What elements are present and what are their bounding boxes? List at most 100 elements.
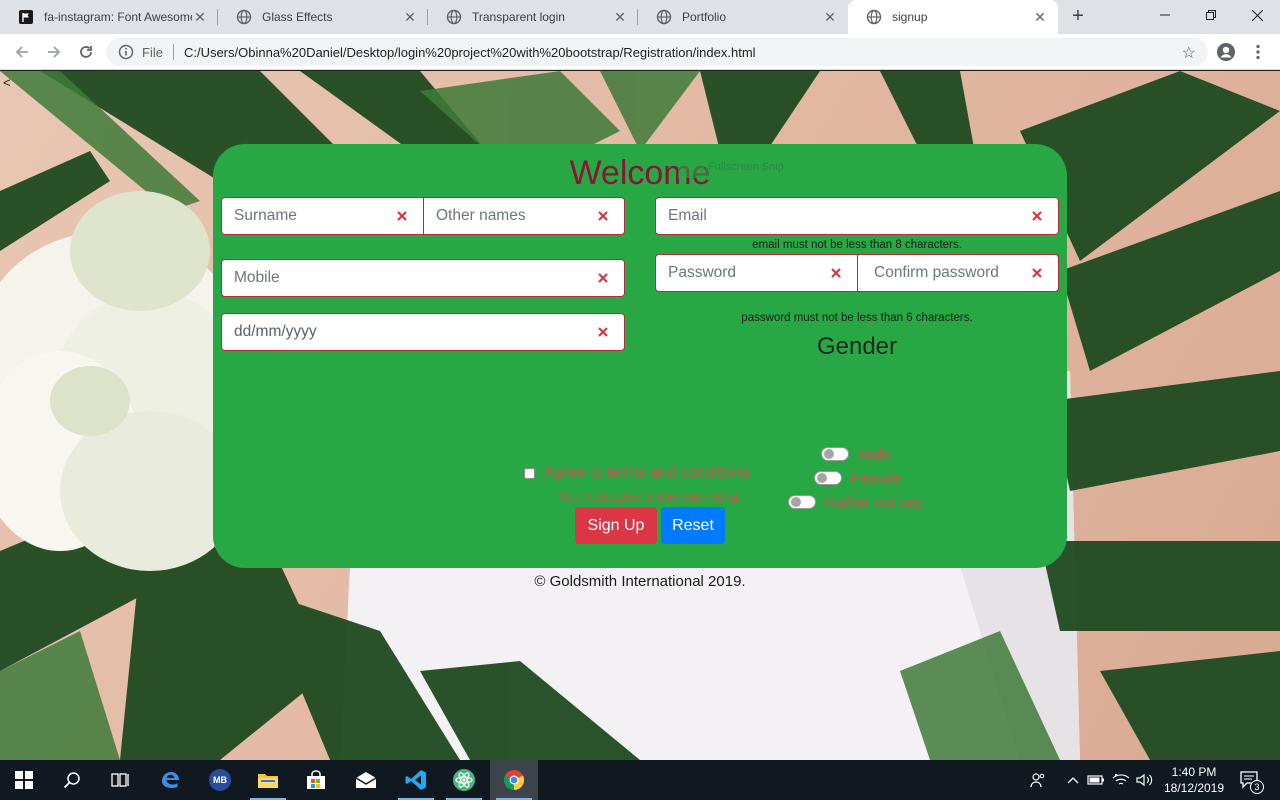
gender-heading: Gender (816, 333, 898, 360)
volume-button[interactable] (1134, 760, 1156, 800)
address-divider (172, 44, 174, 60)
taskbar-malwarebytes[interactable]: MB (196, 760, 244, 800)
close-window-button[interactable] (1234, 0, 1280, 30)
tab-title: fa-instagram: Font Awesome (44, 10, 192, 24)
browser-menu-button[interactable] (1246, 40, 1270, 64)
tab-glass-effects[interactable]: Glass Effects ✕ (218, 0, 428, 34)
network-button[interactable] (1110, 760, 1132, 800)
notification-count: 3 (1250, 780, 1264, 794)
taskbar-chrome[interactable] (490, 760, 538, 800)
more-vertical-icon (1256, 44, 1260, 60)
other-names-placeholder: Other names (436, 207, 526, 224)
mobile-field[interactable]: Mobile (221, 259, 625, 297)
invalid-x-icon (827, 264, 845, 282)
tab-transparent-login[interactable]: Transparent login ✕ (428, 0, 638, 34)
invalid-x-icon (393, 207, 411, 225)
invalid-x-icon (1028, 264, 1046, 282)
clock-date: 18/12/2019 (1163, 781, 1225, 795)
globe-icon (236, 9, 252, 25)
tab-title: Transparent login (472, 10, 565, 24)
close-tab-icon[interactable]: ✕ (1032, 9, 1048, 25)
clock-time: 1:40 PM (1171, 765, 1217, 779)
new-tab-button[interactable]: + (1066, 5, 1090, 29)
surname-field[interactable]: Surname (221, 197, 424, 235)
sign-up-button[interactable]: Sign Up (575, 507, 657, 544)
terms-label[interactable]: Agree to terms and conditions (544, 464, 750, 482)
search-button[interactable] (48, 760, 96, 800)
vscode-icon (405, 770, 426, 790)
reload-button[interactable] (74, 40, 98, 64)
close-icon (1251, 9, 1263, 21)
close-tab-icon[interactable]: ✕ (612, 9, 628, 25)
reset-button[interactable]: Reset (661, 507, 725, 544)
store-bag-icon (307, 770, 325, 789)
confirm-password-placeholder: Confirm password (874, 264, 999, 281)
edge-icon (162, 772, 179, 788)
speaker-icon (1136, 773, 1153, 787)
other-names-field[interactable]: Other names (423, 197, 625, 235)
battery-button[interactable] (1086, 760, 1106, 800)
terms-checkbox[interactable] (524, 467, 535, 479)
confirm-password-field[interactable]: Confirm password (857, 254, 1059, 292)
toggle-switch[interactable] (821, 447, 849, 461)
minimize-button[interactable] (1142, 0, 1188, 30)
start-button[interactable] (0, 760, 48, 800)
task-view-icon (111, 773, 129, 787)
corner-text: < (3, 75, 11, 90)
invalid-x-icon (594, 323, 612, 341)
taskbar-clock[interactable]: 1:40 PM 18/12/2019 (1158, 764, 1230, 796)
taskbar-edge[interactable] (146, 760, 194, 800)
people-icon (1030, 773, 1045, 788)
font-awesome-flag-icon (18, 9, 34, 25)
taskbar-mail[interactable] (342, 760, 390, 800)
action-center-button[interactable]: 3 (1234, 760, 1266, 800)
gender-option-female[interactable]: Female (814, 469, 901, 487)
close-tab-icon[interactable]: ✕ (822, 9, 838, 25)
taskbar-store[interactable] (292, 760, 340, 800)
email-placeholder: Email (668, 207, 707, 224)
close-tab-icon[interactable]: ✕ (402, 9, 418, 25)
terms-checkbox-row[interactable]: Agree to terms and conditions (524, 464, 750, 482)
windows-taskbar: MB 1:40 PM 18/12/2019 3 (0, 760, 1280, 800)
invalid-x-icon (1028, 207, 1046, 225)
forward-button[interactable] (42, 40, 66, 64)
taskbar-file-explorer[interactable] (244, 760, 292, 800)
info-icon[interactable] (118, 44, 134, 60)
gender-option-male[interactable]: Male (821, 445, 891, 463)
tab-signup[interactable]: signup ✕ (848, 0, 1058, 34)
task-view-button[interactable] (96, 760, 144, 800)
taskbar-vscode[interactable] (392, 760, 440, 800)
tab-font-awesome[interactable]: fa-instagram: Font Awesome ✕ (0, 0, 218, 34)
bookmark-star-icon[interactable]: ☆ (1182, 43, 1196, 63)
page-viewport: < Welcome Fullscreen Snip Surname Other … (0, 71, 1280, 760)
date-of-birth-field[interactable]: dd/mm/yyyy (221, 313, 625, 351)
tab-title: Portfolio (682, 10, 727, 24)
globe-icon (866, 9, 882, 25)
email-field[interactable]: Email (655, 197, 1059, 235)
password-field[interactable]: Password (655, 254, 858, 292)
address-bar[interactable]: File C:/Users/Obinna%20Daniel/Desktop/lo… (106, 38, 1208, 66)
minimize-icon (1160, 14, 1170, 16)
restore-icon (1206, 10, 1216, 20)
arrow-right-icon (48, 46, 61, 58)
chrome-icon (503, 770, 525, 791)
back-button[interactable] (10, 40, 34, 64)
close-tab-icon[interactable]: ✕ (192, 9, 208, 25)
mobile-placeholder: Mobile (234, 269, 280, 286)
search-icon (63, 772, 80, 789)
tab-portfolio[interactable]: Portfolio ✕ (638, 0, 848, 34)
invalid-x-icon (594, 207, 612, 225)
password-placeholder: Password (668, 264, 737, 281)
gender-option-label: Male (858, 445, 891, 463)
url-text[interactable]: C:/Users/Obinna%20Daniel/Desktop/login%2… (184, 45, 756, 60)
folder-icon (258, 774, 278, 788)
page-title: Welcome (569, 154, 711, 192)
show-hidden-icons-button[interactable] (1064, 760, 1082, 800)
restore-button[interactable] (1188, 0, 1234, 30)
toggle-switch[interactable] (814, 471, 842, 485)
taskbar-atom[interactable] (440, 760, 488, 800)
password-hint: password must not be less than 6 charact… (741, 312, 973, 324)
people-button[interactable] (1026, 760, 1050, 800)
profile-button[interactable] (1214, 40, 1238, 64)
page-footer: © Goldsmith International 2019. (534, 573, 746, 590)
